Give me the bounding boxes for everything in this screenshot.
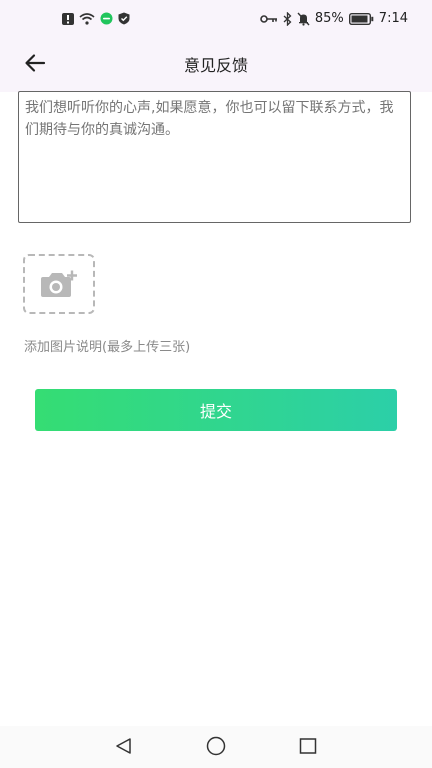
- wechat-icon: [100, 12, 113, 25]
- status-left-icons: [62, 12, 130, 25]
- add-image-button[interactable]: [23, 254, 95, 314]
- wifi-icon: [79, 12, 95, 25]
- nav-bar: 意见反馈: [0, 38, 432, 90]
- battery-icon: [348, 12, 374, 25]
- mute-bell-icon: [297, 12, 310, 26]
- image-upload-hint: 添加图片说明(最多上传三张): [24, 340, 191, 355]
- clock: 7:14: [378, 11, 408, 26]
- page-title: 意见反馈: [183, 56, 248, 75]
- key-icon: [260, 14, 277, 23]
- submit-button[interactable]: 提交: [35, 389, 397, 431]
- top-area: 85% 7:14 意见反馈: [0, 0, 432, 92]
- notification-alert-icon: [62, 12, 74, 25]
- recents-square-icon[interactable]: [298, 736, 318, 756]
- status-bar: 85% 7:14: [0, 0, 432, 38]
- bluetooth-icon: [283, 11, 292, 26]
- system-nav-bar: [0, 726, 432, 768]
- feedback-input[interactable]: [18, 91, 411, 223]
- shield-icon: [118, 12, 130, 25]
- back-triangle-icon[interactable]: [114, 736, 134, 756]
- home-circle-icon[interactable]: [205, 736, 227, 756]
- status-right-icons: 85% 7:14: [260, 11, 408, 26]
- camera-add-icon: [41, 270, 77, 297]
- battery-percent: 85%: [314, 11, 344, 26]
